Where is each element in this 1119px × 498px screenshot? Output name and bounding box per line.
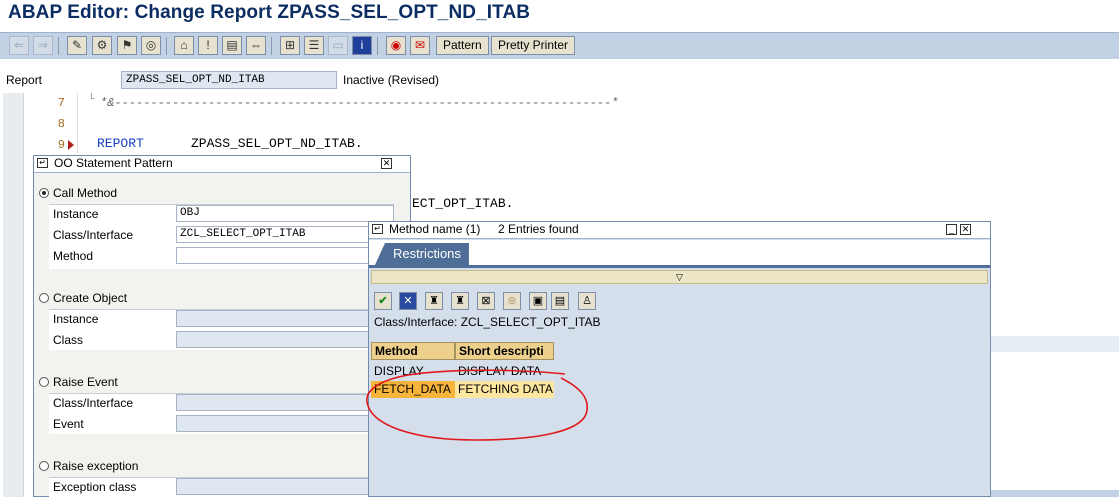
dialog-icon: ↵ <box>37 158 48 168</box>
raise-event-radio[interactable] <box>39 377 49 387</box>
navigate-icon[interactable]: ◉ <box>386 36 406 55</box>
report-status: Inactive (Revised) <box>343 73 440 87</box>
dialog-title: Method name (1) <box>389 222 481 236</box>
activate-icon[interactable]: ⚑ <box>117 36 137 55</box>
dialog-icon: ↵ <box>372 224 383 234</box>
personalize-icon[interactable]: ♙ <box>578 292 596 310</box>
test-icon[interactable]: ⌂ <box>174 36 194 55</box>
editor-gutter <box>3 93 24 497</box>
toolbar-separator <box>377 37 378 55</box>
report-label: Report <box>6 73 43 87</box>
call-method-radio[interactable] <box>39 188 49 198</box>
instance-label: Instance <box>53 207 99 221</box>
minimize-icon[interactable]: _ <box>946 224 957 235</box>
entries-found: 2 Entries found <box>498 222 579 236</box>
annotation-stroke <box>366 369 588 441</box>
raise-exception-radio[interactable] <box>39 461 49 471</box>
line-number: 9 <box>57 138 65 152</box>
create-instance-label: Instance <box>53 312 99 326</box>
object-list-icon[interactable]: ▤ <box>222 36 242 55</box>
toolbar-separator <box>271 37 272 55</box>
code-report-name: ZPASS_SEL_OPT_ND_ITAB. <box>191 136 363 151</box>
find-icon[interactable]: ♜ <box>425 292 443 310</box>
class-interface-info: Class/Interface: ZCL_SELECT_OPT_ITAB <box>374 315 601 329</box>
new-search-icon[interactable]: ⊛ <box>503 292 521 310</box>
tab-restrictions[interactable]: Restrictions <box>375 243 469 265</box>
cancel-icon[interactable]: ✕ <box>399 292 417 310</box>
current-line-marker-icon <box>68 140 74 150</box>
back-icon[interactable]: ⇐ <box>9 36 29 55</box>
download-icon[interactable]: ✉ <box>410 36 430 55</box>
raise-exception-label: Raise exception <box>53 459 139 473</box>
close-icon[interactable]: ✕ <box>381 158 392 169</box>
line-fold-marker: └ <box>88 94 95 106</box>
event-label: Event <box>53 417 84 431</box>
ok-check-icon[interactable]: ✔ <box>374 292 392 310</box>
column-header-method[interactable]: Method <box>371 342 455 360</box>
close-icon[interactable]: ✕ <box>960 224 971 235</box>
class-interface-field[interactable]: ZCL_SELECT_OPT_ITAB <box>176 226 394 243</box>
display-change-icon[interactable]: ✎ <box>67 36 87 55</box>
code-keyword-report: REPORT <box>97 136 144 151</box>
dialog-title: OO Statement Pattern <box>54 156 173 170</box>
sort-icon[interactable]: ⊠ <box>477 292 495 310</box>
instance-field[interactable]: OBJ <box>176 205 394 222</box>
column-header-short-description[interactable]: Short descripti <box>455 342 554 360</box>
code-comment-line: *&--------------------------------------… <box>100 96 619 110</box>
find-next-icon[interactable]: ♜ <box>451 292 469 310</box>
red-annotation-circle <box>366 369 588 441</box>
pattern-button[interactable]: Pattern <box>436 36 489 55</box>
pretty-printer-button[interactable]: Pretty Printer <box>491 36 576 55</box>
line-number: 7 <box>57 96 65 110</box>
where-used-icon[interactable]: ! <box>198 36 218 55</box>
create-instance-field[interactable] <box>176 310 394 327</box>
class-interface-label: Class/Interface <box>53 228 134 242</box>
window-title: ABAP Editor: Change Report ZPASS_SEL_OPT… <box>8 2 531 23</box>
check-icon[interactable]: ◎ <box>141 36 161 55</box>
method-field[interactable] <box>176 247 394 264</box>
breakpoint-icon[interactable]: ☰ <box>304 36 324 55</box>
dialog-title-bar: ↵ OO Statement Pattern ✕ <box>34 156 410 173</box>
info-icon[interactable]: i <box>352 36 372 55</box>
restrictions-tabstrip: Restrictions <box>369 240 990 268</box>
stack-icon[interactable]: ⇔ <box>246 36 266 55</box>
dialog-title-bar: ↵ Method name (1) 2 Entries found _ ✕ <box>369 222 990 239</box>
forward-icon[interactable]: ⇒ <box>33 36 53 55</box>
collapse-restrictions-bar[interactable]: ▽ <box>371 270 988 284</box>
create-object-radio[interactable] <box>39 293 49 303</box>
upload-icon[interactable]: ▭ <box>328 36 348 55</box>
application-toolbar: ⇐ ⇒ ✎ ⚙ ⚑ ◎ ⌂ ! ▤ ⇔ ⊞ ☰ ▭ i ◉ ✉ Pattern … <box>0 32 1119 60</box>
exception-class-label: Exception class <box>53 480 137 494</box>
report-name-field[interactable]: ZPASS_SEL_OPT_ND_ITAB <box>121 71 337 89</box>
call-method-label: Call Method <box>53 186 118 200</box>
create-class-field[interactable] <box>176 331 394 348</box>
toolbar-separator <box>58 37 59 55</box>
method-value-help-dialog: ↵ Method name (1) 2 Entries found _ ✕ Re… <box>368 221 991 497</box>
print-icon[interactable]: ▣ <box>529 292 547 310</box>
exception-class-field[interactable] <box>176 478 394 495</box>
status-bar-fragment <box>991 490 1119 497</box>
code-hidden-fragment: ECT_OPT_ITAB. <box>412 196 514 211</box>
create-object-label: Create Object <box>53 291 128 305</box>
print-preview-icon[interactable]: ▤ <box>551 292 569 310</box>
other-object-icon[interactable]: ⚙ <box>92 36 112 55</box>
line-number: 8 <box>57 117 65 131</box>
create-class-label: Class <box>53 333 84 347</box>
event-class-label: Class/Interface <box>53 396 134 410</box>
raise-event-label: Raise Event <box>53 375 118 389</box>
enhance-icon[interactable]: ⊞ <box>280 36 300 55</box>
method-label: Method <box>53 249 94 263</box>
toolbar-separator <box>166 37 167 55</box>
editor-gutter-line <box>77 93 78 153</box>
